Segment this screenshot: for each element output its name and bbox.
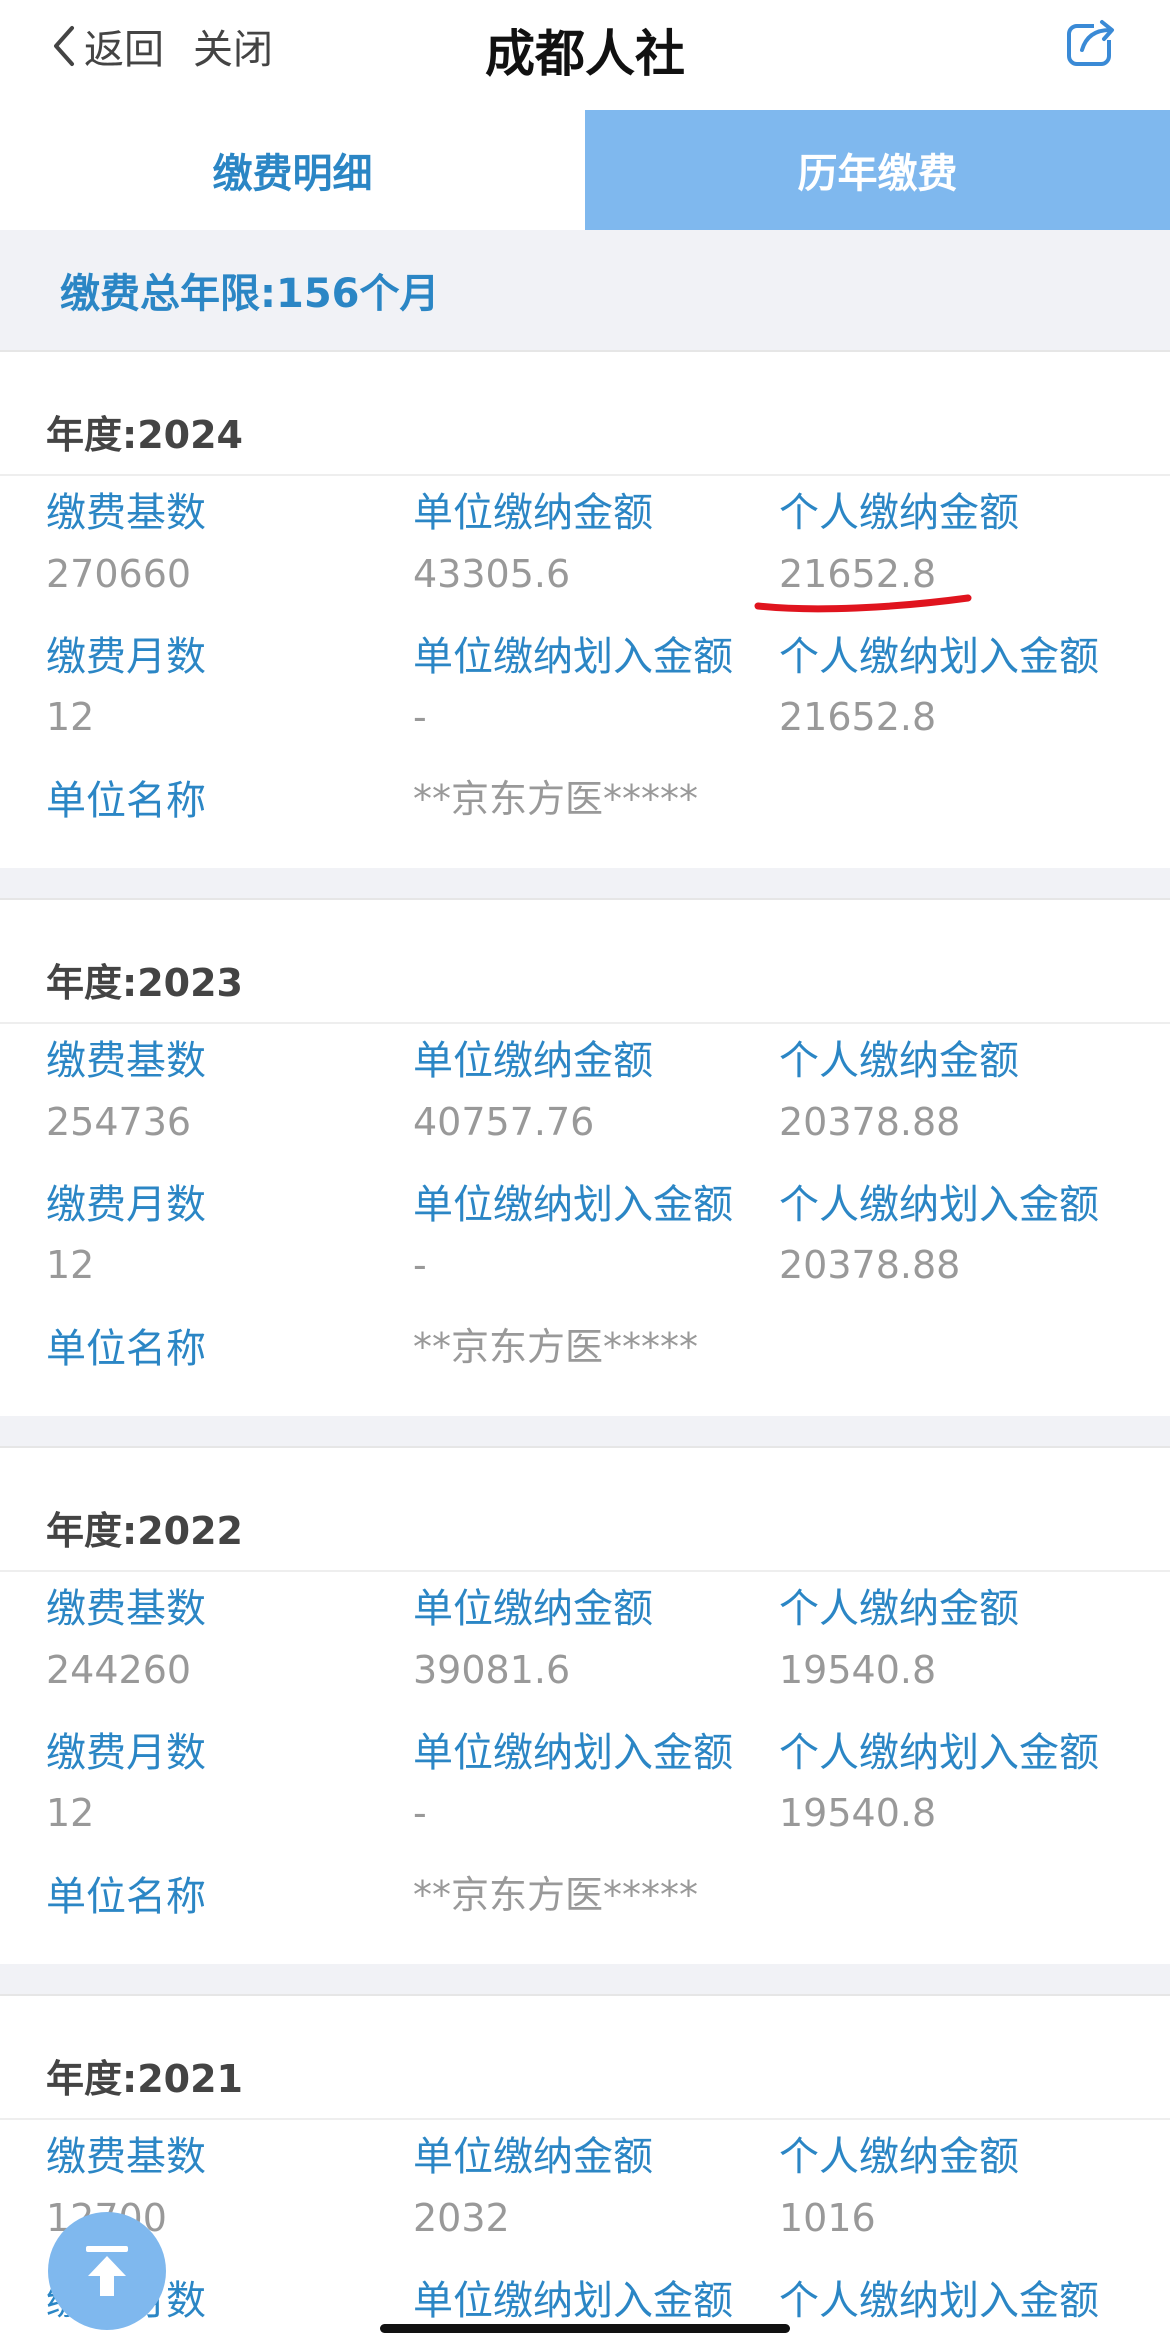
unit-amount-value: 2032 bbox=[413, 2196, 510, 2240]
personal-amount-label: 个人缴纳金额 bbox=[779, 490, 1019, 536]
months-label: 缴费月数 bbox=[46, 634, 206, 680]
nav-bar: 返回 关闭 成都人社 bbox=[0, 0, 1170, 110]
personal-transfer-label: 个人缴纳划入金额 bbox=[779, 2278, 1099, 2324]
share-icon[interactable] bbox=[1064, 14, 1120, 70]
personal-amount-value: 20378.88 bbox=[779, 1100, 961, 1144]
personal-amount-label: 个人缴纳金额 bbox=[779, 2134, 1019, 2180]
unit-amount-label: 单位缴纳金额 bbox=[413, 490, 653, 536]
year-section-2021: 年度:2021 缴费基数 单位缴纳金额 个人缴纳金额 12700 2032 10… bbox=[0, 1994, 1170, 2335]
personal-transfer-value: 19540.8 bbox=[779, 1791, 937, 1835]
tab-bar: 缴费明细 历年缴费 bbox=[0, 110, 1170, 230]
back-to-top-icon bbox=[86, 2246, 128, 2296]
employer-label: 单位名称 bbox=[46, 778, 206, 824]
year-section-2023: 年度:2023 缴费基数 单位缴纳金额 个人缴纳金额 254736 40757.… bbox=[0, 898, 1170, 1418]
payment-summary: 缴费总年限:156个月 bbox=[0, 230, 1170, 350]
employer-value: **京东方医***** bbox=[413, 777, 699, 821]
base-value: 254736 bbox=[46, 1100, 192, 1144]
divider bbox=[0, 2118, 1170, 2120]
months-value: 12 bbox=[46, 1791, 95, 1835]
unit-transfer-value: - bbox=[413, 1791, 427, 1835]
page-title: 成都人社 bbox=[485, 25, 685, 83]
year-section-2022: 年度:2022 缴费基数 单位缴纳金额 个人缴纳金额 244260 39081.… bbox=[0, 1446, 1170, 1966]
unit-amount-label: 单位缴纳金额 bbox=[413, 1586, 653, 1632]
divider bbox=[0, 1570, 1170, 1572]
personal-amount-label: 个人缴纳金额 bbox=[779, 1586, 1019, 1632]
employer-value: **京东方医***** bbox=[413, 1325, 699, 1369]
employer-label: 单位名称 bbox=[46, 1326, 206, 1372]
employer-value: **京东方医***** bbox=[413, 1873, 699, 1917]
personal-amount-value: 1016 bbox=[779, 2196, 876, 2240]
section-separator bbox=[0, 1964, 1170, 1994]
base-value: 270660 bbox=[46, 552, 192, 596]
unit-transfer-label: 单位缴纳划入金额 bbox=[413, 634, 733, 680]
employer-label: 单位名称 bbox=[46, 1874, 206, 1920]
personal-transfer-value: 20378.88 bbox=[779, 1243, 961, 1287]
unit-amount-label: 单位缴纳金额 bbox=[413, 2134, 653, 2180]
months-label: 缴费月数 bbox=[46, 1182, 206, 1228]
unit-transfer-label: 单位缴纳划入金额 bbox=[413, 1730, 733, 1776]
unit-amount-label: 单位缴纳金额 bbox=[413, 1038, 653, 1084]
unit-amount-value: 39081.6 bbox=[413, 1648, 571, 1692]
personal-transfer-label: 个人缴纳划入金额 bbox=[779, 1730, 1099, 1776]
personal-transfer-value: 21652.8 bbox=[779, 695, 937, 739]
year-title: 年度:2024 bbox=[46, 413, 243, 457]
year-section-2024: 年度:2024 缴费基数 单位缴纳金额 个人缴纳金额 270660 43305.… bbox=[0, 350, 1170, 870]
red-underline-annotation bbox=[754, 594, 972, 613]
home-indicator bbox=[380, 2324, 790, 2333]
year-title: 年度:2021 bbox=[46, 2057, 243, 2101]
unit-amount-value: 40757.76 bbox=[413, 1100, 595, 1144]
tab-payment-detail[interactable]: 缴费明细 bbox=[0, 110, 585, 230]
base-label: 缴费基数 bbox=[46, 1586, 206, 1632]
personal-transfer-label: 个人缴纳划入金额 bbox=[779, 634, 1099, 680]
section-separator bbox=[0, 1416, 1170, 1446]
back-to-top-button[interactable] bbox=[48, 2212, 166, 2330]
divider bbox=[0, 1022, 1170, 1024]
base-label: 缴费基数 bbox=[46, 2134, 206, 2180]
base-value: 244260 bbox=[46, 1648, 192, 1692]
unit-amount-value: 43305.6 bbox=[413, 552, 571, 596]
tab-yearly-payment[interactable]: 历年缴费 bbox=[585, 110, 1170, 230]
total-years-text: 缴费总年限:156个月 bbox=[60, 271, 440, 317]
year-title: 年度:2022 bbox=[46, 1509, 243, 1553]
personal-amount-label: 个人缴纳金额 bbox=[779, 1038, 1019, 1084]
divider bbox=[0, 474, 1170, 476]
unit-transfer-value: - bbox=[413, 1243, 427, 1287]
personal-transfer-label: 个人缴纳划入金额 bbox=[779, 1182, 1099, 1228]
base-label: 缴费基数 bbox=[46, 1038, 206, 1084]
months-value: 12 bbox=[46, 1243, 95, 1287]
unit-transfer-label: 单位缴纳划入金额 bbox=[413, 1182, 733, 1228]
year-title: 年度:2023 bbox=[46, 961, 243, 1005]
unit-transfer-value: - bbox=[413, 695, 427, 739]
base-label: 缴费基数 bbox=[46, 490, 206, 536]
months-value: 12 bbox=[46, 695, 95, 739]
unit-transfer-label: 单位缴纳划入金额 bbox=[413, 2278, 733, 2324]
personal-amount-value: 19540.8 bbox=[779, 1648, 937, 1692]
section-separator bbox=[0, 868, 1170, 898]
months-label: 缴费月数 bbox=[46, 1730, 206, 1776]
